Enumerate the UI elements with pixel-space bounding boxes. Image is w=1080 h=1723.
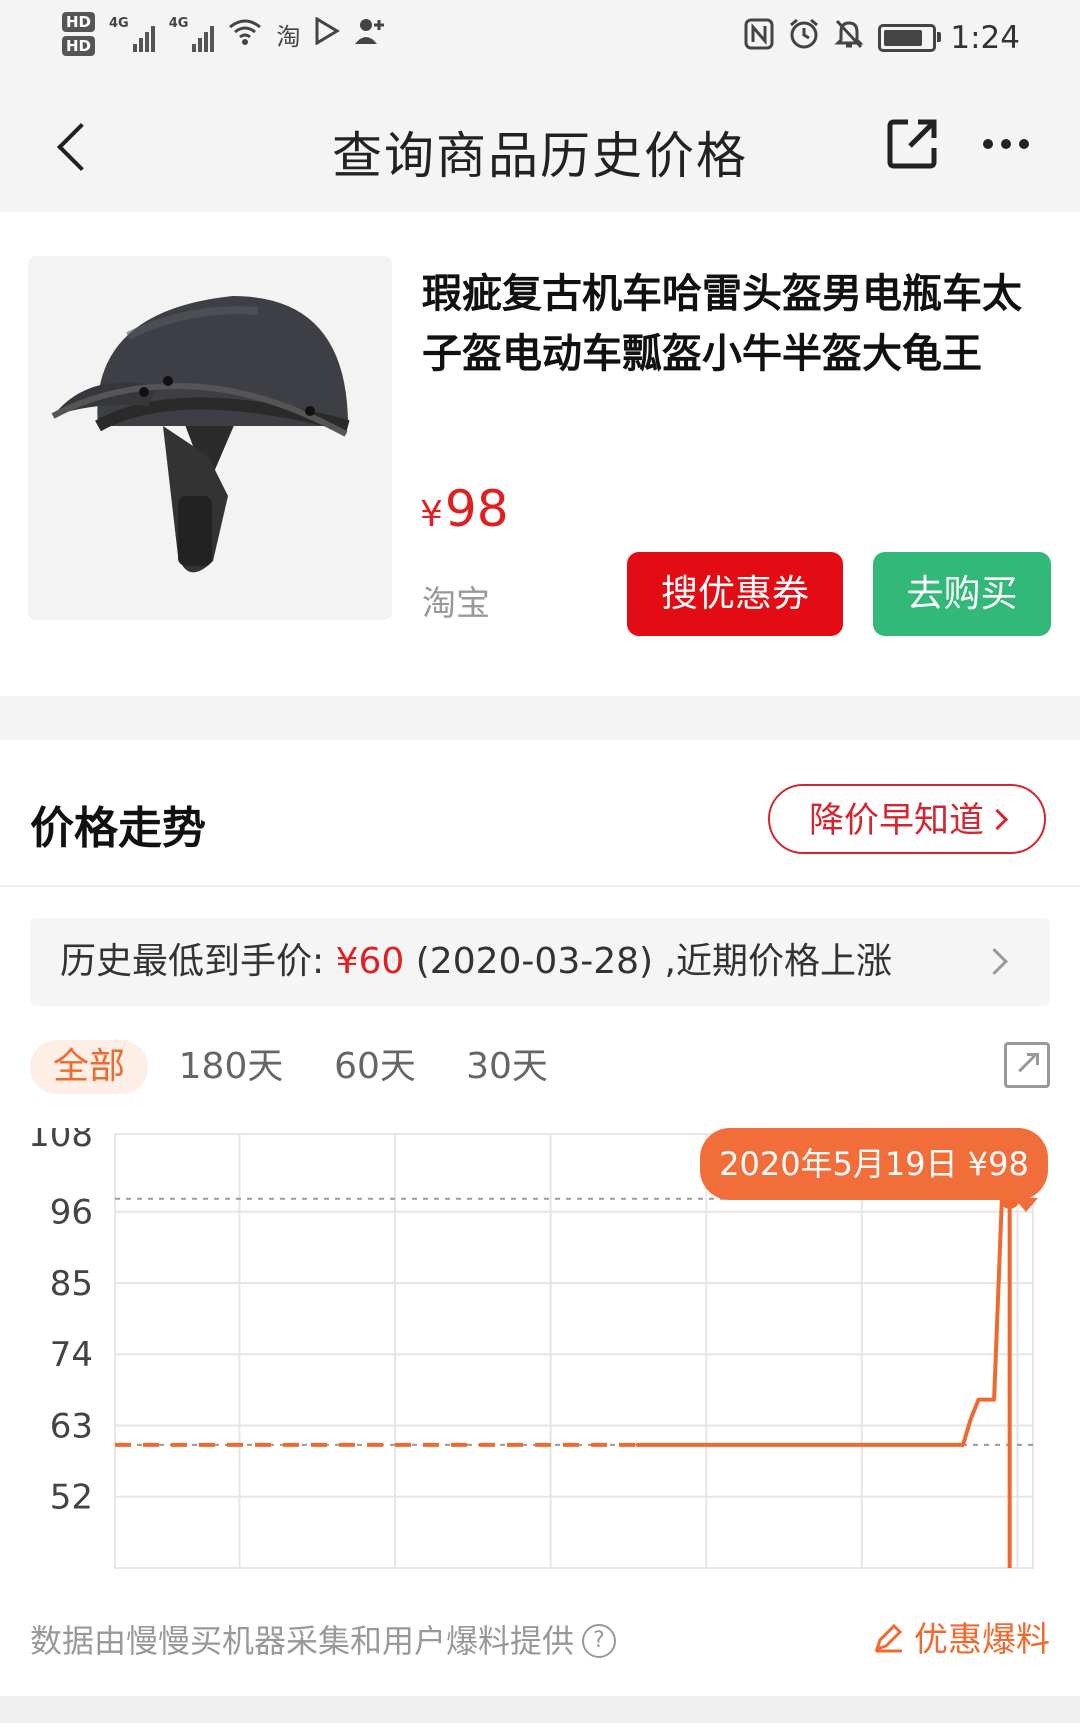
y-tick-label: 96 (50, 1193, 93, 1233)
taobao-notification-icon: 淘 (276, 22, 301, 51)
product-card: 瑕疵复古机车哈雷头盔男电瓶车太子盔电动车瓢盔小牛半盔大龟王 ¥98 淘宝 搜优惠… (0, 212, 1080, 696)
y-tick-label: 85 (50, 1264, 93, 1304)
battery-icon (878, 24, 942, 52)
product-price: ¥98 (420, 480, 509, 538)
tab-all[interactable]: 全部 (30, 1040, 148, 1094)
product-image[interactable] (28, 256, 392, 620)
lowest-price: ¥60 (335, 941, 405, 982)
add-contact-icon (354, 16, 386, 52)
lowest-note: ,近期价格上涨 (664, 941, 892, 982)
lowest-label: 历史最低到手价: (60, 941, 325, 982)
section-title: 价格走势 (30, 803, 206, 854)
fullscreen-icon[interactable] (1004, 1042, 1050, 1088)
share-icon[interactable] (886, 116, 940, 170)
data-source-note: 数据由慢慢买机器采集和用户爆料提供? (30, 1616, 617, 1662)
x-tick-label: 4-10 (644, 1585, 721, 1588)
y-tick-label: 108 (28, 1128, 93, 1155)
x-tick-label: 2-10 (177, 1585, 254, 1588)
price-line (636, 1196, 1012, 1568)
hd-icon: HD (62, 12, 96, 32)
platform-label: 淘宝 (422, 584, 490, 624)
hd-icons: HD HD (62, 12, 96, 56)
lowest-price-banner[interactable]: 历史最低到手价: ¥60 (2020-03-28) ,近期价格上涨 (30, 918, 1050, 1006)
play-store-icon (314, 16, 341, 51)
y-tick-label: 63 (50, 1406, 93, 1446)
nav-bar: 查询商品历史价格 (0, 80, 1080, 212)
nfc-icon (744, 18, 774, 58)
edit-icon (874, 1623, 903, 1652)
help-icon[interactable]: ? (582, 1624, 617, 1658)
clock: 1:24 (950, 20, 1020, 56)
price-value: 98 (444, 480, 509, 538)
status-left: HD HD 4G 4G 淘 (62, 12, 386, 56)
y-tick-label: 52 (50, 1478, 93, 1518)
network-type: 4G (168, 16, 189, 31)
chevron-right-icon (981, 948, 1008, 975)
tab-60-days[interactable]: 60天 (316, 1040, 434, 1094)
product-title[interactable]: 瑕疵复古机车哈雷头盔男电瓶车太子盔电动车瓢盔小牛半盔大龟王 (422, 264, 1052, 384)
x-tick-label: 4-30 (800, 1585, 877, 1588)
bottom-strip (0, 1696, 1080, 1723)
status-bar: HD HD 4G 4G 淘 1:24 (0, 0, 1080, 80)
currency-symbol: ¥ (420, 494, 443, 535)
divider (0, 885, 1080, 887)
x-tick-label: 3-1 (355, 1585, 411, 1588)
alarm-icon (788, 18, 820, 58)
buy-button[interactable]: 去购买 (873, 552, 1051, 636)
chart-tooltip: 2020年5月19日 ¥98 (700, 1128, 1048, 1212)
price-drop-alert-button[interactable]: 降价早知道 (768, 784, 1046, 854)
status-right: 1:24 (744, 18, 1020, 58)
wifi-icon (228, 17, 262, 51)
helmet-image (51, 296, 350, 573)
mute-icon (834, 18, 864, 58)
chevron-right-icon (986, 808, 1009, 830)
footnote-text: 数据由慢慢买机器采集和用户爆料提供 (30, 1622, 575, 1660)
search-coupon-button[interactable]: 搜优惠券 (627, 552, 843, 636)
report-deal-button[interactable]: 优惠爆料 (872, 1612, 1050, 1661)
alert-button-label: 降价早知道 (808, 801, 984, 841)
signal-icon: 4G (169, 16, 215, 52)
x-tick-label: 5-20 (955, 1585, 1032, 1588)
more-options-icon[interactable] (976, 126, 1036, 162)
tab-180-days[interactable]: 180天 (172, 1040, 290, 1094)
network-type: 4G (109, 16, 129, 31)
hd-icon: HD (62, 36, 96, 56)
report-label: 优惠爆料 (914, 1620, 1050, 1660)
signal-icon: 4G (109, 16, 155, 52)
y-tick-label: 74 (50, 1335, 93, 1375)
price-trend-card: 价格走势 降价早知道 历史最低到手价: ¥60 (2020-03-28) ,近期… (0, 740, 1080, 1696)
lowest-date: (2020-03-28) (415, 941, 654, 982)
x-tick-label: 3-21 (488, 1585, 565, 1588)
tab-30-days[interactable]: 30天 (448, 1040, 566, 1094)
